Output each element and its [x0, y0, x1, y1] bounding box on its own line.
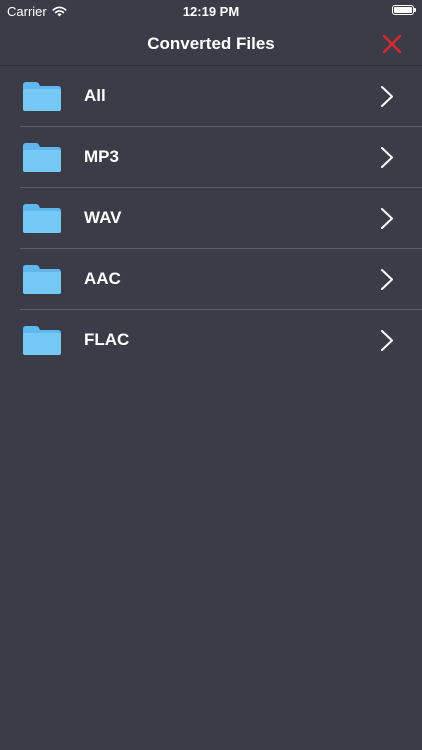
chevron-right-icon: [381, 330, 393, 351]
battery-level: [394, 7, 412, 13]
battery-nub: [414, 8, 416, 12]
chevron-right-icon: [381, 147, 393, 168]
chevron-right-icon: [381, 269, 393, 290]
folder-label: FLAC: [84, 330, 130, 349]
folder-icon: [23, 82, 61, 111]
folder-label: AAC: [84, 269, 121, 288]
page-title: Converted Files: [147, 34, 275, 53]
folder-row-all[interactable]: All: [0, 66, 422, 127]
folder-label: WAV: [84, 208, 122, 227]
folder-list: All MP3 WAV AAC FLAC: [0, 66, 422, 371]
folder-label: All: [84, 86, 106, 105]
folder-icon: [23, 204, 61, 233]
folder-label: MP3: [84, 147, 119, 166]
folder-row-mp3[interactable]: MP3: [0, 127, 422, 188]
chevron-right-icon: [381, 86, 393, 107]
folder-row-wav[interactable]: WAV: [0, 188, 422, 249]
folder-row-flac[interactable]: FLAC: [0, 310, 422, 371]
folder-icon: [23, 265, 61, 294]
close-button[interactable]: [378, 30, 406, 58]
status-bar: Carrier 12:19 PM: [0, 0, 422, 22]
close-icon: [382, 34, 402, 54]
nav-bar: Converted Files: [0, 22, 422, 66]
folder-icon: [23, 326, 61, 355]
battery-icon: [392, 5, 416, 15]
chevron-right-icon: [381, 208, 393, 229]
folder-row-aac[interactable]: AAC: [0, 249, 422, 310]
status-time: 12:19 PM: [182, 4, 240, 19]
folder-icon: [23, 143, 61, 172]
